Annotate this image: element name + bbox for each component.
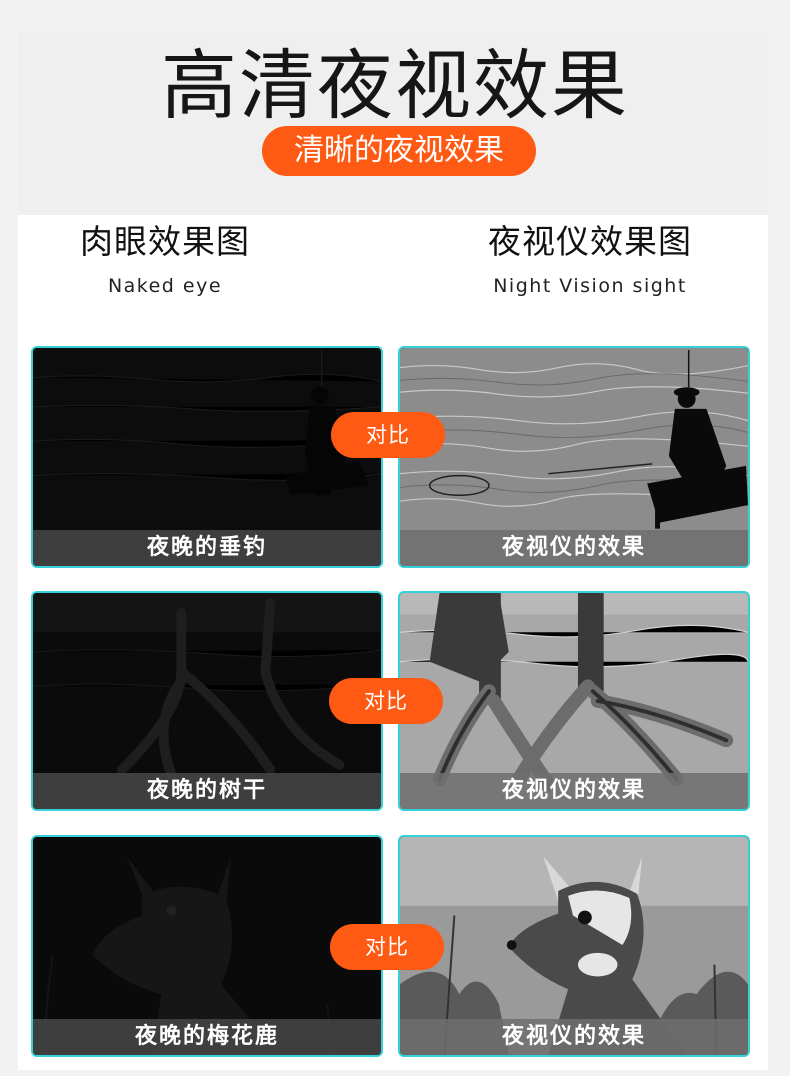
- naked-eye-subtitle: Naked eye: [107, 275, 223, 297]
- compare-badge-3: 对比: [330, 924, 444, 970]
- fishing-nv-photo: 夜视仪的效果: [398, 346, 750, 568]
- fishing-nv-caption: 夜视仪的效果: [400, 530, 748, 566]
- deer-nv-caption: 夜视仪的效果: [400, 1019, 748, 1055]
- tree-dark-caption: 夜晚的树干: [33, 773, 381, 809]
- night-vision-subtitle: Night Vision sight: [493, 275, 687, 297]
- tree-nv-caption: 夜视仪的效果: [400, 773, 748, 809]
- tree-nv-photo: 夜视仪的效果: [398, 591, 750, 811]
- deer-dark-caption: 夜晚的梅花鹿: [33, 1019, 381, 1055]
- deer-nv-photo: 夜视仪的效果: [398, 835, 750, 1057]
- page-title: 高清夜视效果: [161, 41, 629, 130]
- naked-eye-header: 肉眼效果图 Naked eye: [55, 220, 275, 300]
- night-vision-title: 夜视仪效果图: [488, 222, 692, 261]
- subtitle-badge: 清晰的夜视效果: [262, 126, 536, 176]
- fishing-dark-caption: 夜晚的垂钓: [33, 530, 381, 566]
- compare-badge-2: 对比: [329, 678, 443, 724]
- fishing-dark-photo: 夜晚的垂钓: [31, 346, 383, 568]
- compare-badge-1: 对比: [331, 412, 445, 458]
- naked-eye-title: 肉眼效果图: [80, 222, 250, 261]
- night-vision-header: 夜视仪效果图 Night Vision sight: [460, 220, 720, 300]
